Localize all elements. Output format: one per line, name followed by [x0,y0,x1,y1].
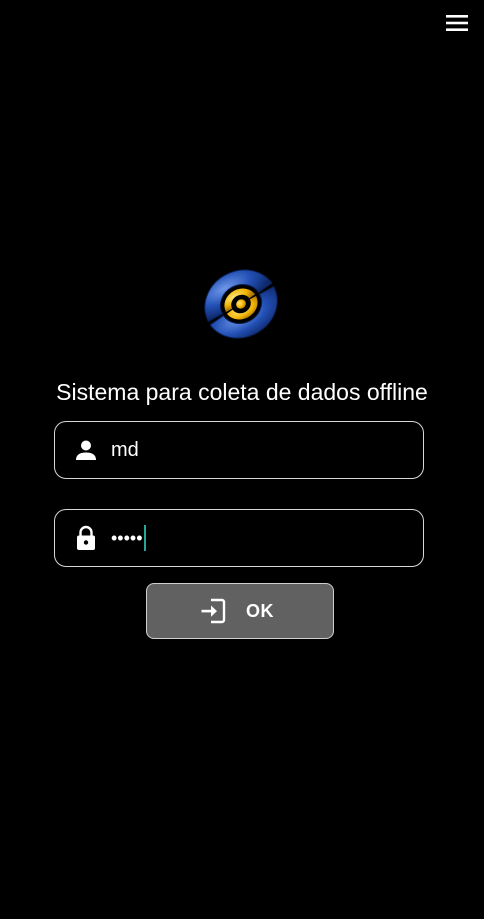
user-icon [75,437,97,463]
page-title: Sistema para coleta de dados offline [56,379,428,405]
app-logo [196,260,286,348]
ok-button[interactable]: OK [146,583,334,639]
menu-button[interactable] [442,10,472,40]
ok-button-label: OK [246,600,274,621]
hamburger-menu-icon [445,13,469,38]
username-value: md [111,438,139,461]
login-screen: Sistema para coleta de dados offline md … [0,0,484,919]
text-caret [143,525,146,551]
login-icon [200,598,226,624]
password-value: ••••• [111,525,146,551]
password-field[interactable]: ••••• [54,509,424,567]
username-field[interactable]: md [54,421,424,479]
lock-icon [75,525,97,551]
password-masked-text: ••••• [111,528,143,548]
